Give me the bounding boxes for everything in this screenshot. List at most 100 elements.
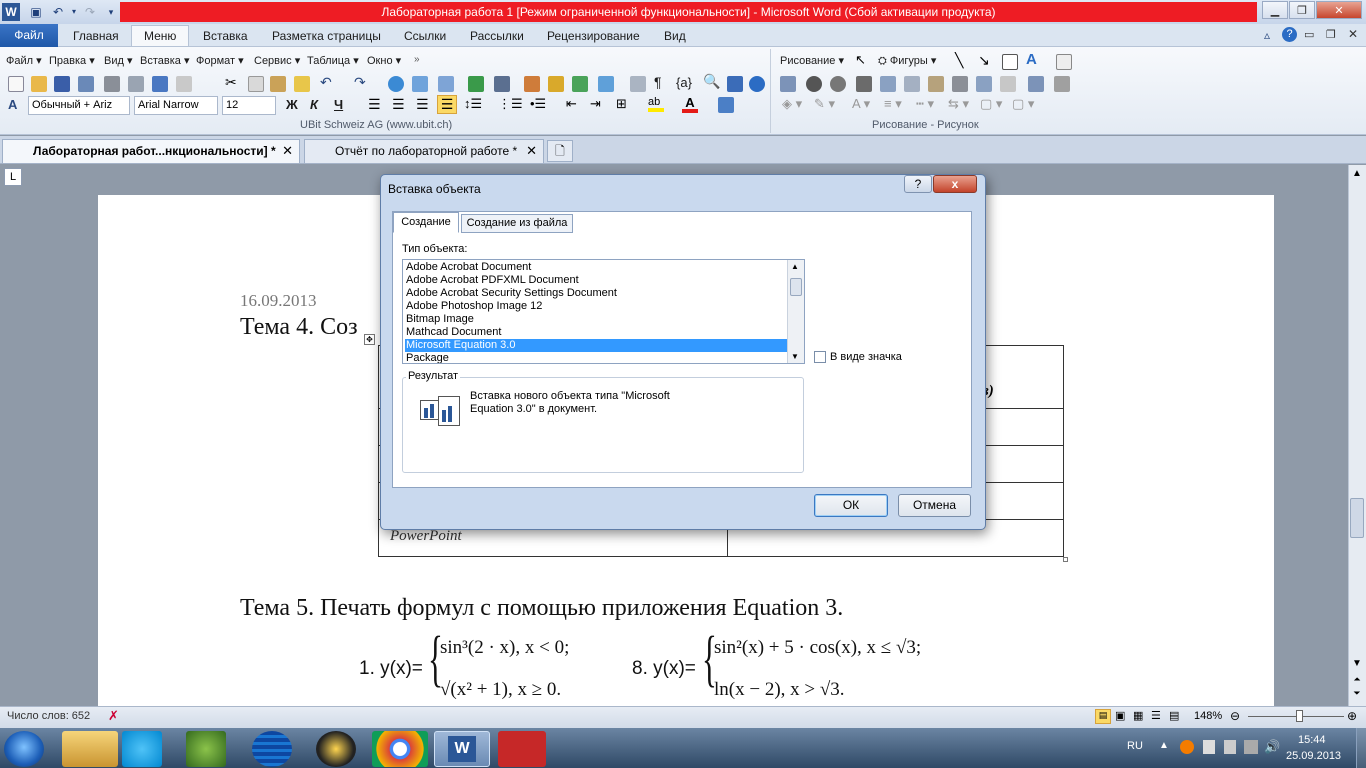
display-as-icon-label[interactable]: В виде значка	[830, 351, 902, 363]
globe-app-icon[interactable]	[252, 731, 292, 767]
doc-map-icon[interactable]	[572, 76, 588, 92]
list-scroll-up-icon[interactable]: ▲	[791, 262, 799, 271]
copy-icon[interactable]	[248, 76, 264, 92]
shapes-menu[interactable]: ⛭ Фигуры ▾	[878, 54, 936, 68]
show-desktop-button[interactable]	[1356, 728, 1366, 768]
doc-close-icon[interactable]: ✕	[1348, 27, 1358, 41]
outline-icon[interactable]: ☰	[1151, 709, 1161, 722]
menu-tools[interactable]: Сервис ▾	[254, 54, 300, 67]
arrow-line-icon[interactable]: ↘	[978, 52, 990, 69]
list-scroll-down-icon[interactable]: ▼	[791, 352, 799, 361]
object-type-list[interactable]: Adobe Acrobat Document Adobe Acrobat PDF…	[402, 259, 805, 364]
save-toolbar-icon[interactable]	[54, 76, 70, 92]
table-move-handle-icon[interactable]: ✥	[364, 334, 375, 345]
scroll-up-icon[interactable]: ▲	[1350, 168, 1364, 182]
full-screen-reading-icon[interactable]: ▣	[1115, 709, 1125, 722]
menu-insert[interactable]: Вставка ▾	[140, 54, 189, 67]
list-item[interactable]: Mathcad Document	[405, 326, 787, 339]
bullets-icon[interactable]: •☰	[530, 96, 546, 112]
line-icon[interactable]: ╲	[955, 52, 963, 69]
minimize-button[interactable]: ▁	[1262, 1, 1288, 19]
paste-icon[interactable]	[270, 76, 286, 92]
display-as-icon-checkbox[interactable]	[814, 351, 826, 363]
skype-icon[interactable]	[122, 731, 162, 767]
drawing-menu[interactable]: Рисование ▾	[780, 54, 844, 67]
font-size-select[interactable]: 12	[222, 96, 276, 115]
close-icon[interactable]: ✕	[282, 140, 293, 162]
wrap-text-icon[interactable]	[952, 76, 968, 92]
underline-button[interactable]: Ч	[334, 97, 343, 112]
tab-view[interactable]: Вид	[652, 26, 698, 47]
tab-file[interactable]: Файл	[0, 24, 58, 47]
clock-time[interactable]: 15:44	[1298, 734, 1326, 746]
textbox-icon[interactable]	[1002, 54, 1018, 70]
menu-edit[interactable]: Правка ▾	[49, 54, 95, 67]
styles-icon[interactable]: A	[8, 97, 17, 112]
menu-view[interactable]: Вид ▾	[104, 54, 132, 67]
list-item[interactable]: Package	[405, 352, 787, 363]
extra-icon[interactable]	[718, 97, 734, 113]
doc-restore-icon[interactable]: ❐	[1326, 28, 1336, 41]
help-toolbar-icon[interactable]	[749, 76, 765, 92]
tab-create-from-file[interactable]: Создание из файла	[461, 214, 573, 233]
print-layout-icon[interactable]: ▤	[1095, 709, 1111, 724]
permission-icon[interactable]	[78, 76, 94, 92]
chrome-icon[interactable]	[372, 731, 428, 767]
start-button[interactable]	[4, 731, 44, 767]
reset-picture-icon[interactable]	[1028, 76, 1044, 92]
volume-icon[interactable]: 🔊	[1264, 739, 1280, 755]
select-arrow-icon[interactable]: ↖	[855, 52, 866, 68]
picture-tools-icon[interactable]	[1054, 76, 1070, 92]
transparent-icon[interactable]	[1000, 76, 1016, 92]
3d-icon[interactable]: ▢ ▾	[1012, 96, 1034, 112]
plant-app-icon[interactable]	[186, 731, 226, 767]
undo-toolbar-icon[interactable]: ↶	[320, 74, 332, 91]
align-center-icon[interactable]: ☰	[392, 96, 405, 113]
tab-page-layout[interactable]: Разметка страницы	[260, 26, 393, 47]
help-icon[interactable]: ?	[1282, 27, 1297, 42]
dialog-help-button[interactable]: ?	[904, 175, 932, 193]
explorer-icon[interactable]	[62, 731, 118, 767]
chart-icon[interactable]	[548, 76, 564, 92]
wordart-icon[interactable]: A	[1026, 51, 1037, 68]
shapes-icon[interactable]	[598, 76, 614, 92]
highlight-icon[interactable]: ab	[648, 96, 664, 112]
close-icon[interactable]: ✕	[526, 140, 537, 162]
menu-format[interactable]: Формат ▾	[196, 54, 244, 67]
tray-usb-icon[interactable]	[1224, 740, 1236, 754]
new-tab-icon[interactable]: 🗋	[547, 140, 573, 162]
compress-icon[interactable]	[928, 76, 944, 92]
cancel-button[interactable]: Отмена	[898, 494, 971, 517]
scroll-down-icon[interactable]: ▼	[1350, 658, 1364, 672]
vertical-scrollbar[interactable]	[1348, 165, 1366, 706]
ok-button[interactable]: ОК	[814, 494, 888, 517]
open-icon[interactable]	[31, 76, 47, 92]
fill-color-icon[interactable]: ◈ ▾	[782, 96, 802, 112]
menu-table[interactable]: Таблица ▾	[307, 54, 359, 67]
format-painter-icon[interactable]	[294, 76, 310, 92]
font-color-drawing-icon[interactable]: A ▾	[852, 96, 870, 112]
redo-icon[interactable]: ↷	[81, 3, 99, 21]
maximize-button[interactable]: ❐	[1289, 1, 1315, 19]
daemon-tools-icon[interactable]	[316, 731, 356, 767]
web-layout-icon[interactable]: ▦	[1133, 709, 1143, 722]
numbering-icon[interactable]: ⋮☰	[498, 96, 523, 112]
line-weight-icon[interactable]: ≡ ▾	[884, 96, 902, 112]
format-picture-icon[interactable]	[976, 76, 992, 92]
reading-mode-icon[interactable]	[727, 76, 743, 92]
show-hidden-icons[interactable]: ▲	[1159, 740, 1169, 751]
tab-home[interactable]: Главная	[61, 26, 131, 47]
line-spacing-icon[interactable]: ↕☰	[464, 96, 482, 112]
tray-app-icon[interactable]	[1180, 740, 1194, 754]
insert-excel-icon[interactable]	[468, 76, 484, 92]
list-item[interactable]: Adobe Acrobat Document	[405, 261, 787, 274]
list-item[interactable]: Adobe Acrobat Security Settings Document	[405, 287, 787, 300]
zoom-out-icon[interactable]: ⊖	[1230, 709, 1240, 723]
doc-minimize-icon[interactable]: ▭	[1304, 28, 1314, 41]
contrast-icon[interactable]	[806, 76, 822, 92]
menu-file[interactable]: Файл ▾	[6, 54, 42, 67]
borders-icon[interactable]: ⊞	[616, 96, 627, 112]
network-icon[interactable]	[1244, 740, 1258, 754]
drawing-icon[interactable]	[524, 76, 540, 92]
hyperlink-icon[interactable]	[388, 76, 404, 92]
